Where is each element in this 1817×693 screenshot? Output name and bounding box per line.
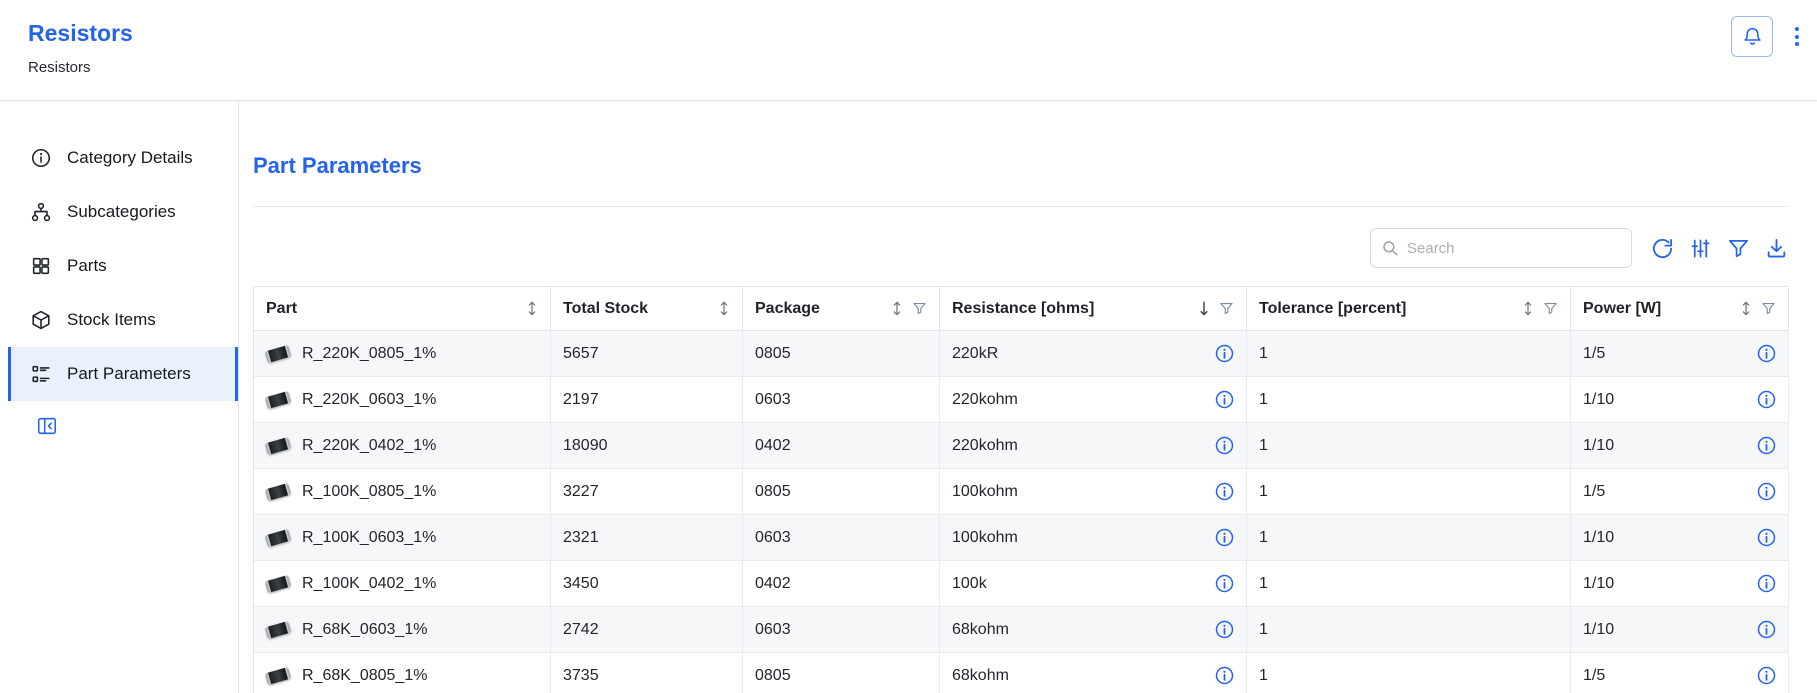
filter-icon[interactable] bbox=[1761, 301, 1776, 316]
column-header-total-stock[interactable]: Total Stock bbox=[551, 287, 743, 331]
hierarchy-icon bbox=[30, 201, 52, 223]
main-content: Part Parameters bbox=[239, 101, 1817, 693]
table-row[interactable]: R_100K_0805_1% 3227 0805 100kohm 1 1/5 bbox=[254, 469, 1788, 515]
info-icon[interactable] bbox=[1757, 436, 1776, 455]
column-sliders-icon bbox=[1689, 237, 1712, 260]
section-divider bbox=[253, 206, 1788, 207]
info-icon[interactable] bbox=[1215, 390, 1234, 409]
download-button[interactable] bbox=[1765, 237, 1788, 260]
filter-icon[interactable] bbox=[912, 301, 927, 316]
resistor-chip-image bbox=[265, 620, 291, 638]
column-header-power[interactable]: Power [W] bbox=[1571, 287, 1789, 331]
info-icon[interactable] bbox=[1215, 482, 1234, 501]
info-icon[interactable] bbox=[1757, 574, 1776, 593]
search-input[interactable] bbox=[1407, 240, 1621, 257]
resistor-chip-image bbox=[265, 344, 291, 362]
filter-button[interactable] bbox=[1727, 237, 1750, 260]
table-row[interactable]: R_220K_0402_1% 18090 0402 220kohm 1 1/10 bbox=[254, 423, 1788, 469]
download-icon bbox=[1765, 237, 1788, 260]
parts-table: Part Total Stock Package Resistance [ohm… bbox=[253, 286, 1788, 693]
sort-icon[interactable] bbox=[718, 300, 730, 317]
header-actions bbox=[1731, 16, 1803, 57]
sidebar-item-category-details[interactable]: Category Details bbox=[0, 131, 238, 185]
grid-icon bbox=[30, 255, 52, 277]
table-row[interactable]: R_100K_0603_1% 2321 0603 100kohm 1 1/10 bbox=[254, 515, 1788, 561]
list-icon bbox=[30, 363, 52, 385]
table-row[interactable]: R_68K_0603_1% 2742 0603 68kohm 1 1/10 bbox=[254, 607, 1788, 653]
sort-icon[interactable] bbox=[891, 300, 903, 317]
package-icon bbox=[30, 309, 52, 331]
table-row[interactable]: R_220K_0603_1% 2197 0603 220kohm 1 1/10 bbox=[254, 377, 1788, 423]
sort-icon[interactable] bbox=[1740, 300, 1752, 317]
sidebar-item-label: Subcategories bbox=[67, 202, 176, 222]
refresh-icon bbox=[1651, 237, 1674, 260]
resistor-chip-image bbox=[265, 574, 291, 592]
info-icon[interactable] bbox=[1215, 620, 1234, 639]
sidebar-item-label: Part Parameters bbox=[67, 364, 191, 384]
info-icon[interactable] bbox=[1215, 574, 1234, 593]
column-settings-button[interactable] bbox=[1689, 237, 1712, 260]
table-row[interactable]: R_100K_0402_1% 3450 0402 100k 1 1/10 bbox=[254, 561, 1788, 607]
sidebar: Category Details Subcategories Parts bbox=[0, 101, 239, 693]
content-area: Category Details Subcategories Parts bbox=[0, 101, 1817, 693]
info-icon[interactable] bbox=[1215, 528, 1234, 547]
info-icon[interactable] bbox=[1757, 344, 1776, 363]
info-icon bbox=[30, 147, 52, 169]
section-title: Part Parameters bbox=[253, 153, 1788, 179]
info-icon[interactable] bbox=[1215, 344, 1234, 363]
info-icon[interactable] bbox=[1215, 436, 1234, 455]
column-header-part[interactable]: Part bbox=[254, 287, 551, 331]
resistor-chip-image bbox=[265, 390, 291, 408]
column-header-resistance[interactable]: Resistance [ohms] bbox=[940, 287, 1247, 331]
info-icon[interactable] bbox=[1757, 482, 1776, 501]
refresh-button[interactable] bbox=[1651, 237, 1674, 260]
sidebar-item-subcategories[interactable]: Subcategories bbox=[0, 185, 238, 239]
bell-icon bbox=[1742, 26, 1763, 47]
column-header-tolerance[interactable]: Tolerance [percent] bbox=[1247, 287, 1571, 331]
info-icon[interactable] bbox=[1757, 666, 1776, 685]
sidebar-item-label: Stock Items bbox=[67, 310, 156, 330]
page-title: Resistors bbox=[28, 0, 1817, 47]
table-toolbar bbox=[253, 228, 1788, 268]
sidebar-item-stock-items[interactable]: Stock Items bbox=[0, 293, 238, 347]
resistor-chip-image bbox=[265, 482, 291, 500]
kebab-menu-icon[interactable] bbox=[1791, 21, 1803, 52]
filter-icon bbox=[1727, 237, 1750, 260]
info-icon[interactable] bbox=[1757, 620, 1776, 639]
breadcrumb[interactable]: Resistors bbox=[28, 59, 1817, 76]
resistor-chip-image bbox=[265, 528, 291, 546]
filter-icon[interactable] bbox=[1219, 301, 1234, 316]
sort-desc-icon[interactable] bbox=[1198, 300, 1210, 317]
filter-icon[interactable] bbox=[1543, 301, 1558, 316]
notifications-button[interactable] bbox=[1731, 16, 1773, 57]
sort-icon[interactable] bbox=[526, 300, 538, 317]
sidebar-item-label: Category Details bbox=[67, 148, 193, 168]
app-header: Resistors Resistors bbox=[0, 0, 1817, 101]
sort-icon[interactable] bbox=[1522, 300, 1534, 317]
sidebar-item-parts[interactable]: Parts bbox=[0, 239, 238, 293]
table-row[interactable]: R_220K_0805_1% 5657 0805 220kR 1 1/5 bbox=[254, 331, 1788, 377]
info-icon[interactable] bbox=[1757, 390, 1776, 409]
search-icon bbox=[1381, 239, 1399, 257]
resistor-chip-image bbox=[265, 666, 291, 684]
collapse-sidebar-icon[interactable] bbox=[36, 415, 58, 440]
sidebar-item-label: Parts bbox=[67, 256, 107, 276]
info-icon[interactable] bbox=[1757, 528, 1776, 547]
search-box bbox=[1370, 228, 1632, 268]
table-header-row: Part Total Stock Package Resistance [ohm… bbox=[254, 287, 1788, 331]
sidebar-item-part-parameters[interactable]: Part Parameters bbox=[8, 347, 238, 401]
info-icon[interactable] bbox=[1215, 666, 1234, 685]
resistor-chip-image bbox=[265, 436, 291, 454]
column-header-package[interactable]: Package bbox=[743, 287, 940, 331]
table-row[interactable]: R_68K_0805_1% 3735 0805 68kohm 1 1/5 bbox=[254, 653, 1788, 693]
